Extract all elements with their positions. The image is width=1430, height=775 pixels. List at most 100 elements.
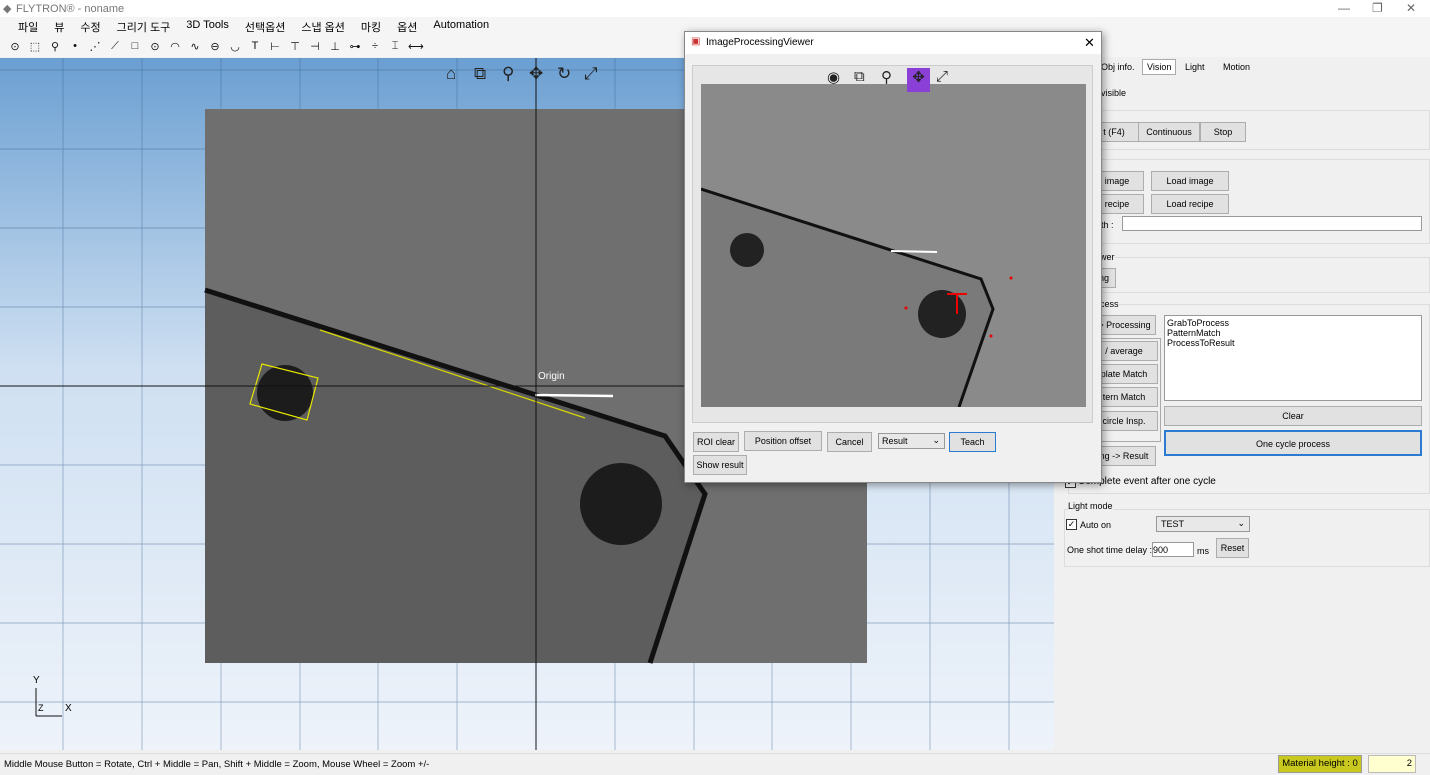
text-icon[interactable]: T xyxy=(248,40,262,52)
align-center-v-icon[interactable]: ÷ xyxy=(368,40,382,52)
auto-on-label: Auto on xyxy=(1080,520,1112,530)
pan-icon[interactable]: ✥ xyxy=(907,68,930,92)
dialog-title: ImageProcessingViewer xyxy=(706,37,814,48)
image-processing-viewer-dialog: ▣ ImageProcessingViewer ✕ ◉ ⧉ ⚲ ✥ ⤢ ROI … xyxy=(684,31,1102,483)
one-cycle-process-button[interactable]: One cycle process xyxy=(1164,430,1422,456)
chevron-down-icon: ⌄ xyxy=(1237,518,1245,528)
rectangle-icon[interactable]: □ xyxy=(128,40,142,52)
image-view-panel: ◉ ⧉ ⚲ ✥ ⤢ xyxy=(692,65,1093,423)
zoom-icon[interactable]: ⚲ xyxy=(502,64,514,84)
roi-clear-button[interactable]: ROI clear xyxy=(693,432,739,452)
align-right-icon[interactable]: ⊣ xyxy=(308,40,322,53)
tab-light[interactable]: Light xyxy=(1185,62,1205,72)
polyline-icon[interactable]: ⋰ xyxy=(88,40,102,53)
stop-button[interactable]: Stop xyxy=(1200,122,1246,142)
path-input[interactable] xyxy=(1122,216,1422,231)
axis-x-label: X xyxy=(65,703,72,714)
menu-file[interactable]: 파일 xyxy=(10,17,46,35)
chevron-down-icon: ⌄ xyxy=(932,435,940,445)
select-icon[interactable]: ⬚ xyxy=(28,40,42,53)
align-left-icon[interactable]: ⊢ xyxy=(268,40,282,53)
axis-y-label: Y xyxy=(33,675,40,686)
light-mode-title: Light mode xyxy=(1068,501,1113,511)
tab-vision[interactable]: Vision xyxy=(1142,59,1177,75)
align-top-icon[interactable]: ⊤ xyxy=(288,40,302,53)
home-icon[interactable]: ⌂ xyxy=(446,64,456,84)
delay-unit: ms xyxy=(1197,546,1209,556)
fit-icon[interactable]: ⤢ xyxy=(936,68,948,85)
list-item[interactable]: GrabToProcess xyxy=(1167,318,1419,328)
menu-marking[interactable]: 마킹 xyxy=(353,17,389,35)
app-icon: ◆ xyxy=(3,3,12,15)
arc-icon[interactable]: ◠ xyxy=(168,40,182,53)
origin-label: Origin xyxy=(538,371,565,382)
material-height-label: Material height : 0 xyxy=(1278,755,1362,773)
point-icon[interactable]: • xyxy=(68,40,82,52)
target-icon[interactable]: ⊙ xyxy=(8,40,22,53)
menu-options[interactable]: 옵션 xyxy=(389,17,425,35)
clear-button[interactable]: Clear xyxy=(1164,406,1422,426)
window-title: FLYTRON® - noname xyxy=(16,3,125,15)
menu-3d-tools[interactable]: 3D Tools xyxy=(178,17,237,35)
result-select-value: Result xyxy=(882,436,908,446)
ellipse-icon[interactable]: ⊖ xyxy=(208,40,222,53)
cancel-button[interactable]: Cancel xyxy=(827,432,872,452)
process-list[interactable]: GrabToProcess PatternMatch ProcessToResu… xyxy=(1164,315,1422,401)
light-mode-select[interactable]: TEST ⌄ xyxy=(1156,516,1250,532)
fit-icon[interactable]: ⤢ xyxy=(584,64,598,84)
result-select[interactable]: Result ⌄ xyxy=(878,433,945,449)
status-hint: Middle Mouse Button = Rotate, Ctrl + Mid… xyxy=(4,759,430,770)
eye-icon[interactable]: ◉ xyxy=(827,68,840,86)
menu-select-options[interactable]: 선택옵션 xyxy=(237,17,293,35)
zoom-window-icon[interactable]: ⧉ xyxy=(474,64,486,84)
tab-obj-info[interactable]: Obj info. xyxy=(1101,62,1135,72)
path-label: th : xyxy=(1101,220,1114,230)
position-offset-button[interactable]: Position offset xyxy=(744,431,822,451)
rotate-icon[interactable]: ↻ xyxy=(557,64,571,84)
tab-motion[interactable]: Motion xyxy=(1223,62,1250,72)
viewer-group xyxy=(1068,257,1430,293)
processed-image[interactable] xyxy=(701,84,1086,407)
axis-z-label: Z xyxy=(38,703,44,713)
show-result-button[interactable]: Show result xyxy=(693,455,747,475)
menu-draw-tools[interactable]: 그리기 도구 xyxy=(109,17,179,35)
visible-checkbox-label[interactable]: visible xyxy=(1101,88,1126,98)
viewer-group-title: wer xyxy=(1100,252,1115,262)
dialog-app-icon: ▣ xyxy=(691,36,701,47)
distribute-v-icon[interactable]: ⌶ xyxy=(388,40,402,53)
menu-snap-options[interactable]: 스냅 옵션 xyxy=(293,17,353,35)
zoom-window-icon[interactable]: ⧉ xyxy=(854,68,865,85)
maximize-button[interactable]: ❐ xyxy=(1372,1,1383,15)
load-image-button[interactable]: Load image xyxy=(1151,171,1229,191)
delay-input[interactable] xyxy=(1152,542,1194,557)
light-mode-value: TEST xyxy=(1161,519,1185,529)
ellipse-arc-icon[interactable]: ◡ xyxy=(228,40,242,53)
dialog-close-button[interactable]: ✕ xyxy=(1084,35,1095,51)
dialog-title-bar: ▣ ImageProcessingViewer ✕ xyxy=(685,32,1101,54)
line-icon[interactable]: ⟋ xyxy=(108,40,122,53)
auto-on-checkbox[interactable]: ✓ xyxy=(1066,519,1077,530)
pan-icon[interactable]: ✥ xyxy=(529,64,543,84)
close-button[interactable]: ✕ xyxy=(1406,1,1416,15)
process-group-title: cess xyxy=(1100,299,1119,309)
list-item[interactable]: ProcessToResult xyxy=(1167,338,1419,348)
status-bar: Middle Mouse Button = Rotate, Ctrl + Mid… xyxy=(0,753,1430,775)
minimize-button[interactable]: — xyxy=(1338,1,1350,15)
align-center-h-icon[interactable]: ⊶ xyxy=(348,40,362,53)
spline-icon[interactable]: ∿ xyxy=(188,40,202,53)
zoom-icon[interactable]: ⚲ xyxy=(881,68,892,86)
distribute-h-icon[interactable]: ⟷ xyxy=(408,40,424,53)
reset-button[interactable]: Reset xyxy=(1216,538,1249,558)
menu-automation[interactable]: Automation xyxy=(425,17,497,35)
circle-icon[interactable]: ⊙ xyxy=(148,40,162,53)
menu-view[interactable]: 뷰 xyxy=(46,17,72,35)
load-recipe-button[interactable]: Load recipe xyxy=(1151,194,1229,214)
delay-label: One shot time delay : xyxy=(1067,545,1153,555)
teach-button[interactable]: Teach xyxy=(949,432,996,452)
select-node-icon[interactable]: ⚲ xyxy=(48,40,62,53)
continuous-button[interactable]: Continuous xyxy=(1138,122,1200,142)
title-bar: ◆ FLYTRON® - noname — ❐ ✕ xyxy=(0,0,1430,17)
list-item[interactable]: PatternMatch xyxy=(1167,328,1419,338)
align-bottom-icon[interactable]: ⊥ xyxy=(328,40,342,53)
menu-edit[interactable]: 수정 xyxy=(72,17,108,35)
